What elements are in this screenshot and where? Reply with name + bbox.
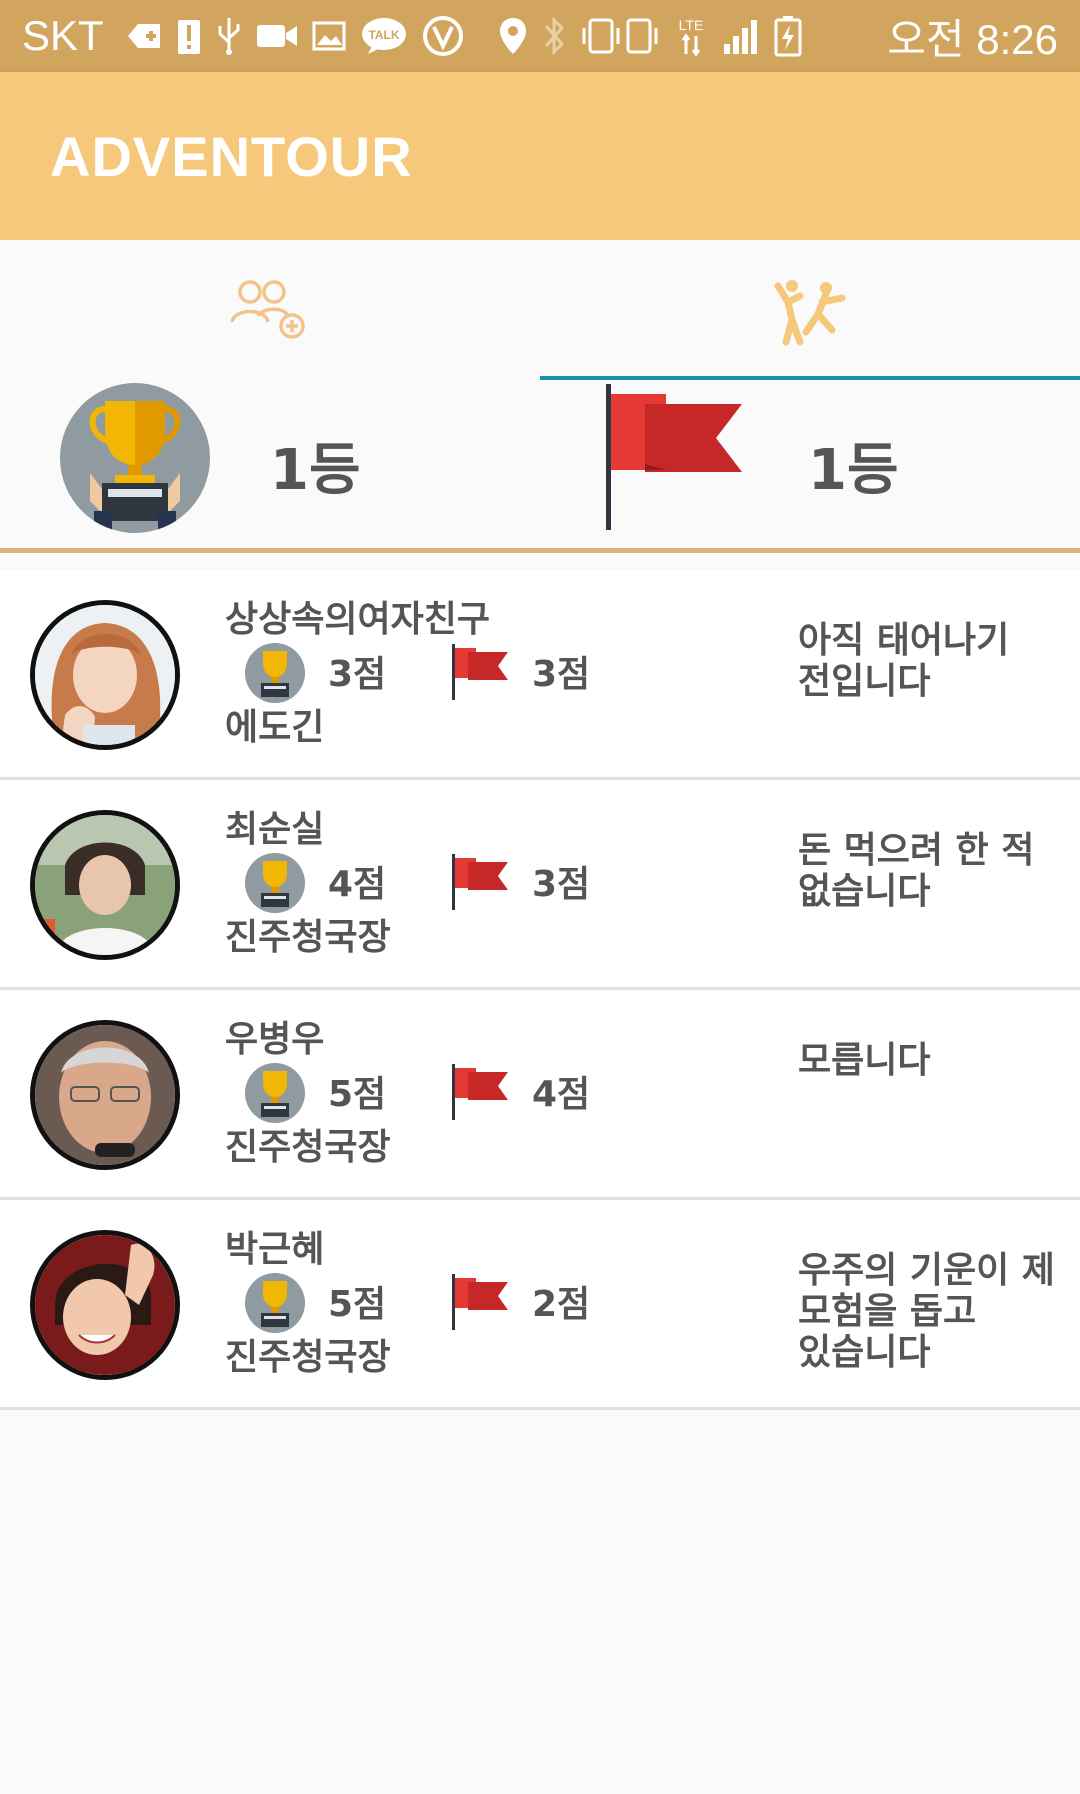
trophy-icon xyxy=(60,383,210,533)
list-item[interactable]: 상상속의여자친구 3점 3점 에도긴 아직 태어나기 전입니다 xyxy=(0,570,1080,780)
video-icon xyxy=(256,21,298,51)
svg-text:TALK: TALK xyxy=(368,28,399,42)
add-icon xyxy=(126,21,162,51)
adventure-icon xyxy=(770,276,850,380)
flag-icon xyxy=(450,1062,510,1126)
rank-summary: 1등 1등 xyxy=(0,380,1080,550)
flag-icon xyxy=(450,1272,510,1336)
tab-bar xyxy=(0,240,1080,382)
bluetooth-icon xyxy=(542,16,566,56)
avatar xyxy=(30,1230,180,1380)
user-title: 진주청국장 xyxy=(225,1127,391,1168)
avatar xyxy=(30,810,180,960)
trophy-score: 4점 xyxy=(328,864,387,905)
trophy-icon xyxy=(245,643,305,703)
user-title: 진주청국장 xyxy=(225,1337,391,1378)
flag-rank: 1등 xyxy=(808,438,899,503)
svg-text:LTE: LTE xyxy=(678,17,703,33)
trophy-score: 5점 xyxy=(328,1284,387,1325)
flag-icon xyxy=(450,642,510,706)
status-message: 아직 태어나기 전입니다 xyxy=(798,620,1010,702)
flag-score: 4점 xyxy=(532,1074,591,1115)
flag-score: 3점 xyxy=(532,864,591,905)
trophy-score: 3점 xyxy=(328,654,387,695)
signal-icon xyxy=(722,16,760,56)
user-name: 박근혜 xyxy=(225,1229,325,1270)
user-title: 에도긴 xyxy=(225,707,325,748)
status-message: 모릅니다 xyxy=(798,1040,931,1081)
status-message: 우주의 기운이 제 모험을 돕고 있습니다 xyxy=(798,1250,1055,1373)
flag-score: 2점 xyxy=(532,1284,591,1325)
trophy-icon xyxy=(245,1063,305,1123)
talk-icon: TALK xyxy=(360,16,408,56)
user-name: 상상속의여자친구 xyxy=(225,599,490,640)
status-bar: SKT TALK LTE 오전 8:26 xyxy=(0,0,1080,72)
list-item[interactable]: 박근혜 5점 2점 진주청국장 우주의 기운이 제 모험을 돕고 있습니다 xyxy=(0,1200,1080,1410)
avatar xyxy=(30,600,180,750)
vibrate-icon xyxy=(580,16,660,56)
tab-adventure[interactable] xyxy=(540,240,1080,380)
status-message: 돈 먹으려 한 적 없습니다 xyxy=(798,830,1035,912)
battery-icon xyxy=(774,15,802,57)
image-icon xyxy=(312,21,346,51)
ranking-list: 상상속의여자친구 3점 3점 에도긴 아직 태어나기 전입니다 최순실 4점 3… xyxy=(0,570,1080,1410)
friends-add-icon xyxy=(230,276,310,380)
trophy-icon xyxy=(245,853,305,913)
usb-icon xyxy=(216,16,242,56)
flag-icon xyxy=(600,380,750,534)
avatar xyxy=(30,1020,180,1170)
trophy-icon xyxy=(245,1273,305,1333)
list-item[interactable]: 최순실 4점 3점 진주청국장 돈 먹으려 한 적 없습니다 xyxy=(0,780,1080,990)
location-icon xyxy=(498,16,528,56)
flag-score: 3점 xyxy=(532,654,591,695)
lte-icon: LTE xyxy=(674,16,708,56)
summary-divider xyxy=(0,548,1080,553)
user-name: 최순실 xyxy=(225,809,325,850)
app-title: ADVENTOUR xyxy=(50,124,413,188)
trophy-score: 5점 xyxy=(328,1074,387,1115)
status-time: 오전 8:26 xyxy=(887,15,1058,63)
user-name: 우병우 xyxy=(225,1019,325,1060)
flag-icon xyxy=(450,852,510,916)
list-item[interactable]: 우병우 5점 4점 진주청국장 모릅니다 xyxy=(0,990,1080,1200)
trophy-rank: 1등 xyxy=(270,438,361,503)
alert-icon xyxy=(176,16,202,56)
app-bar: ADVENTOUR xyxy=(0,72,1080,240)
status-icons: TALK LTE xyxy=(126,15,888,57)
tab-friends[interactable] xyxy=(0,240,540,380)
v-icon xyxy=(422,15,464,57)
carrier-label: SKT xyxy=(22,12,104,59)
user-title: 진주청국장 xyxy=(225,917,391,958)
